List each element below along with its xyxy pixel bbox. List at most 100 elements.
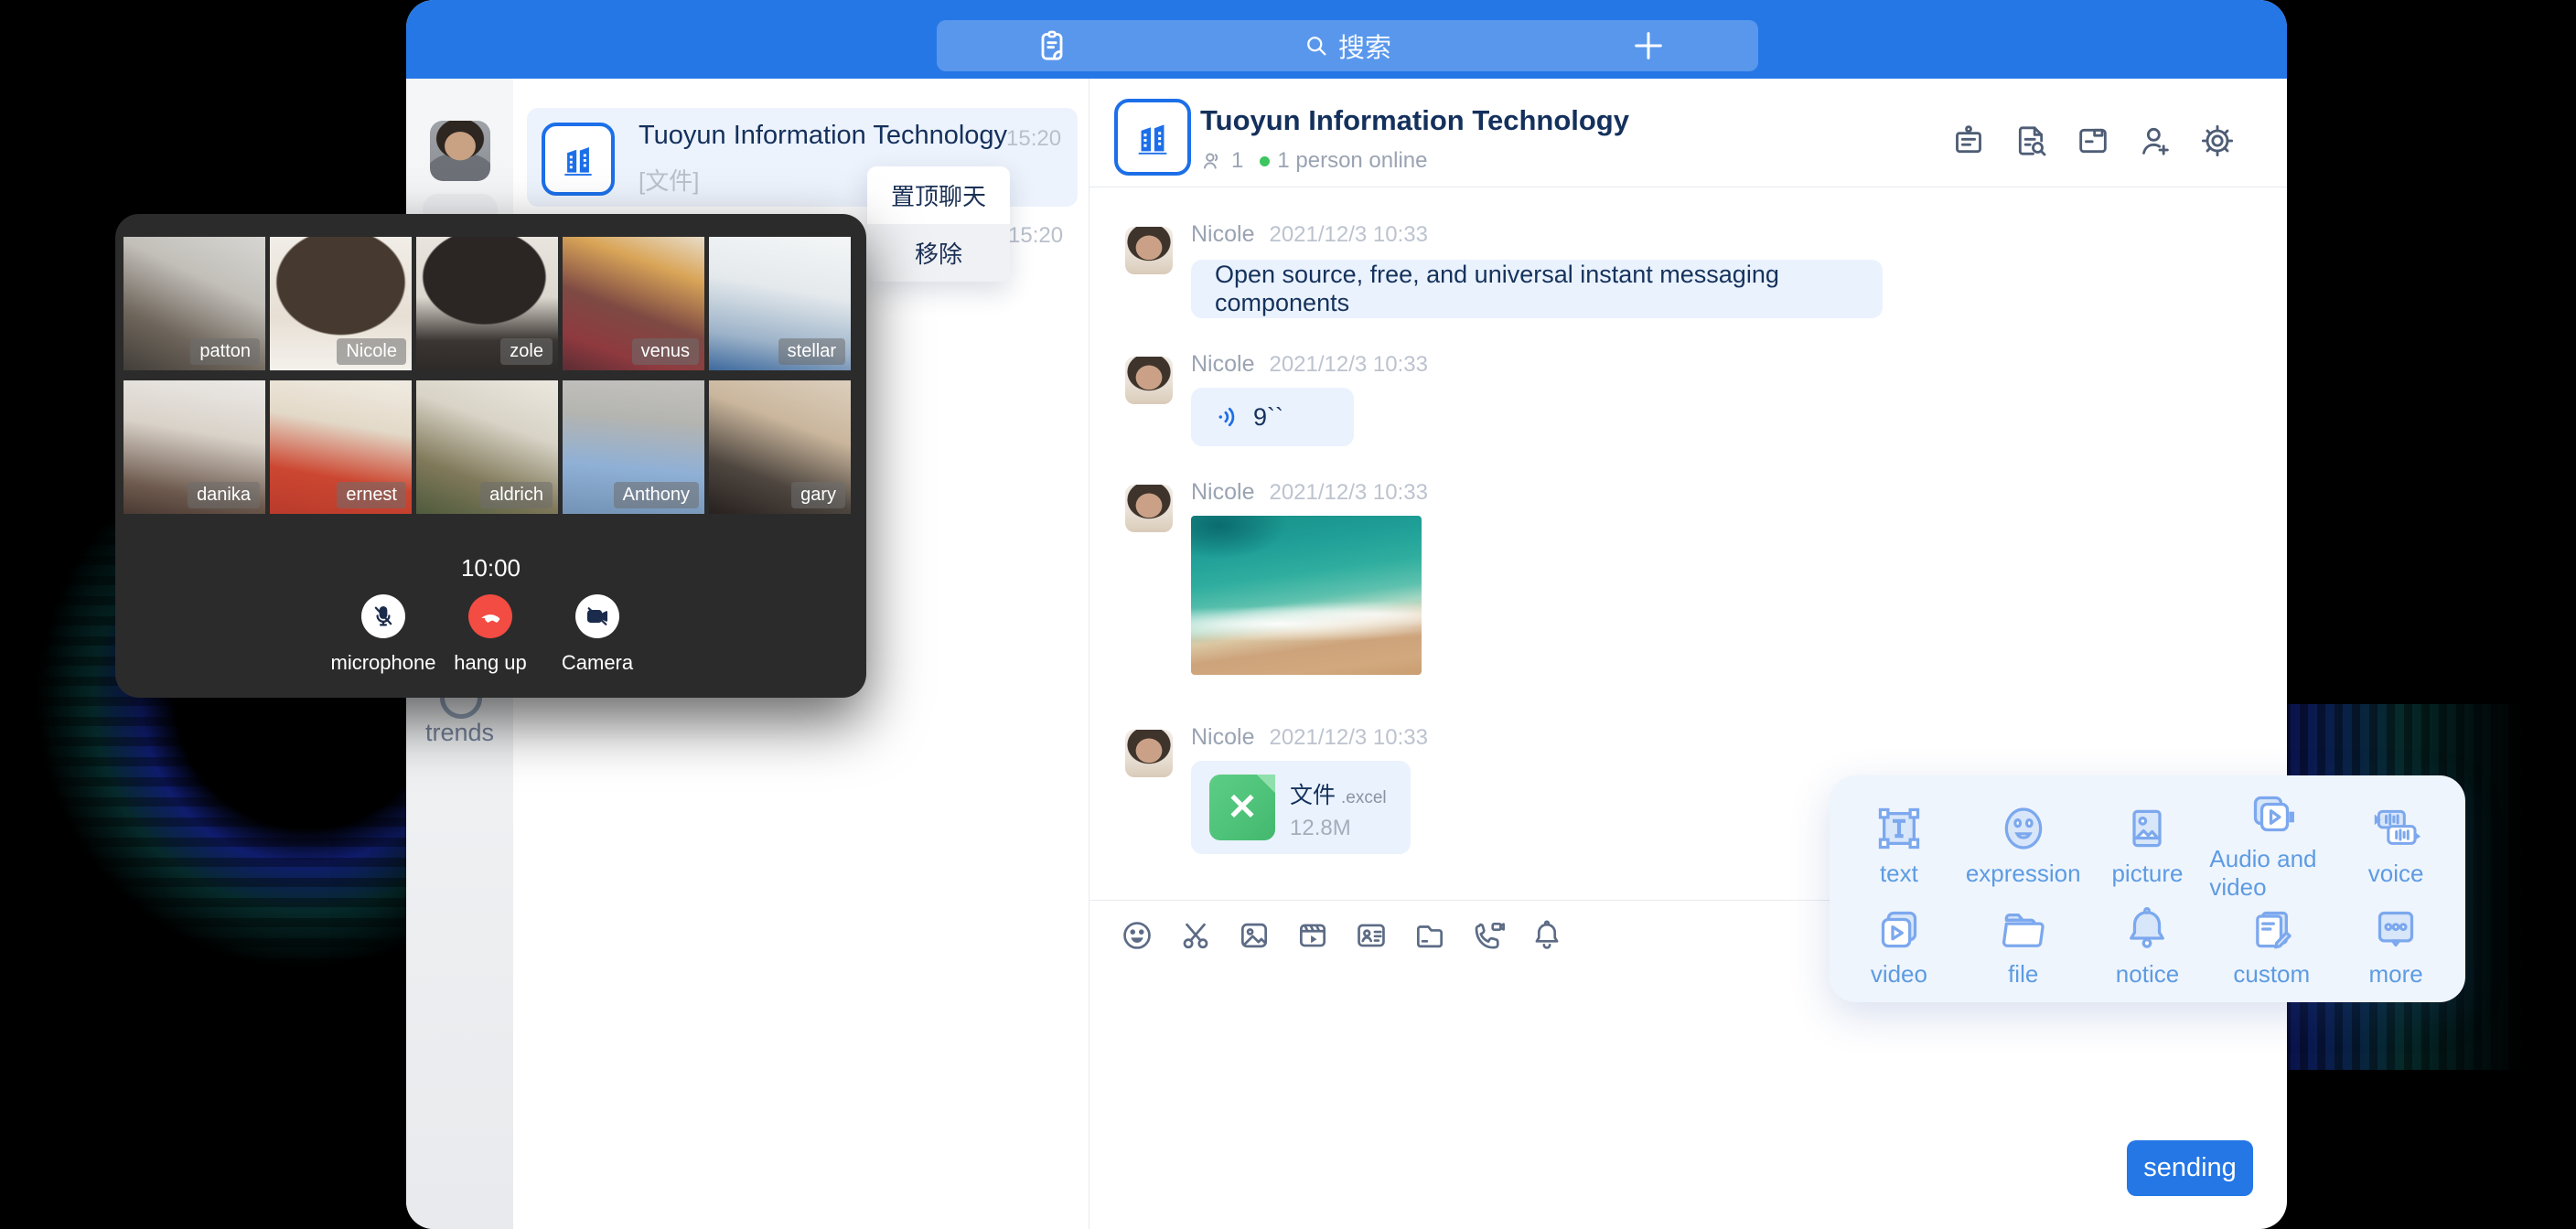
participant-name: stellar bbox=[778, 338, 845, 365]
camera-off-button[interactable] bbox=[575, 594, 619, 638]
chat-header-avatar bbox=[1114, 99, 1191, 176]
sender-avatar[interactable] bbox=[1125, 227, 1173, 274]
message-meta: Nicole2021/12/3 10:33 bbox=[1191, 479, 1428, 506]
online-dot bbox=[1260, 156, 1270, 166]
image-message-beach-photo[interactable] bbox=[1191, 516, 1422, 675]
send-file-icon[interactable] bbox=[1412, 918, 1447, 953]
text-icon bbox=[1873, 803, 1925, 854]
video-call-icon[interactable] bbox=[1471, 918, 1506, 953]
message-meta: Nicole 2021/12/3 10:33 bbox=[1191, 724, 1428, 751]
sender-avatar[interactable] bbox=[1125, 485, 1173, 532]
chat-title: Tuoyun Information Technology bbox=[1200, 104, 1629, 137]
notification-bell-icon[interactable] bbox=[1530, 918, 1564, 953]
text-message-bubble[interactable]: Open source, free, and universal instant… bbox=[1191, 260, 1883, 318]
excel-file-icon: ✕ bbox=[1209, 775, 1275, 840]
popup-item-file[interactable]: file bbox=[1961, 902, 2086, 989]
hang-up-icon bbox=[478, 604, 503, 629]
composer-toolbar bbox=[1120, 918, 1564, 953]
participant-name: patton bbox=[190, 338, 260, 365]
participant-video: ernest bbox=[270, 380, 412, 514]
sender-name: Nicole bbox=[1191, 724, 1254, 750]
settings-gear-icon[interactable] bbox=[2199, 123, 2236, 159]
sender-name: Nicole bbox=[1191, 221, 1254, 247]
file-size: 12.8M bbox=[1290, 816, 1351, 841]
files-icon[interactable] bbox=[2075, 123, 2111, 159]
popup-item-picture[interactable]: picture bbox=[2086, 788, 2210, 902]
add-icon[interactable] bbox=[1630, 27, 1667, 64]
participant-name: gary bbox=[791, 482, 845, 508]
mic-off-icon bbox=[370, 604, 396, 629]
sender-name: Nicole bbox=[1191, 351, 1254, 377]
send-button[interactable]: sending bbox=[2127, 1140, 2253, 1196]
menu-item-remove[interactable]: 移除 bbox=[867, 224, 1010, 282]
message-time: 2021/12/3 10:33 bbox=[1269, 725, 1428, 750]
participant-video: danika bbox=[123, 380, 265, 514]
message-time: 2021/12/3 10:33 bbox=[1269, 222, 1428, 247]
file-icon bbox=[1998, 903, 2049, 955]
voice-icon bbox=[2370, 803, 2421, 854]
participant-video: Nicole bbox=[270, 237, 412, 370]
voice-message-bubble[interactable]: 9`` bbox=[1191, 388, 1354, 446]
send-image-icon[interactable] bbox=[1237, 918, 1272, 953]
popup-label: expression bbox=[1966, 860, 2081, 888]
message-time: 2021/12/3 10:33 bbox=[1269, 480, 1428, 505]
popup-item-text[interactable]: text bbox=[1837, 788, 1961, 902]
popup-item-more[interactable]: more bbox=[2334, 902, 2458, 989]
hang-up-button[interactable] bbox=[468, 594, 512, 638]
popup-label: custom bbox=[2233, 960, 2310, 989]
popup-item-video[interactable]: video bbox=[1837, 902, 1961, 989]
top-search-bar[interactable]: 搜索 bbox=[937, 20, 1758, 71]
popup-item-voice[interactable]: voice bbox=[2334, 788, 2458, 902]
popup-label: voice bbox=[2368, 860, 2424, 888]
screenshot-scissors-icon[interactable] bbox=[1178, 918, 1213, 953]
participant-grid: patton Nicole zole venus stellar danika … bbox=[123, 237, 851, 514]
chat-subtitle: 1 1 person online bbox=[1200, 148, 1427, 174]
microphone-mute-button[interactable] bbox=[361, 594, 405, 638]
participant-name: Nicole bbox=[337, 338, 406, 365]
excel-x-glyph: ✕ bbox=[1227, 789, 1258, 826]
sidebar-item-trends[interactable]: trends bbox=[406, 719, 513, 747]
sender-avatar[interactable] bbox=[1125, 730, 1173, 777]
sender-avatar[interactable] bbox=[1125, 357, 1173, 404]
custom-icon bbox=[2246, 903, 2297, 955]
send-video-icon[interactable] bbox=[1295, 918, 1330, 953]
popup-label: picture bbox=[2111, 860, 2183, 888]
expression-icon bbox=[1998, 803, 2049, 854]
more-icon bbox=[2370, 903, 2421, 955]
add-member-icon[interactable] bbox=[2137, 123, 2174, 159]
member-count: 1 bbox=[1231, 148, 1243, 174]
participant-name: aldrich bbox=[480, 482, 553, 508]
emoji-icon[interactable] bbox=[1120, 918, 1154, 953]
popup-item-notice[interactable]: notice bbox=[2086, 902, 2210, 989]
popup-label: notice bbox=[2116, 960, 2179, 989]
message-type-popup: text expression picture Audio and video bbox=[1830, 775, 2465, 1002]
popup-item-audio-video[interactable]: Audio and video bbox=[2209, 788, 2334, 902]
participant-name: Anthony bbox=[614, 482, 699, 508]
menu-item-pin-chat[interactable]: 置顶聊天 bbox=[867, 166, 1010, 224]
contact-card-icon[interactable] bbox=[1354, 918, 1389, 953]
participant-video: venus bbox=[563, 237, 704, 370]
participant-video: gary bbox=[709, 380, 851, 514]
message-meta: Nicole 2021/12/3 10:33 bbox=[1191, 221, 1428, 248]
chat-record-search-icon[interactable] bbox=[2012, 123, 2049, 159]
participant-video: zole bbox=[416, 237, 558, 370]
message-time: 2021/12/3 10:33 bbox=[1269, 352, 1428, 377]
popup-item-expression[interactable]: expression bbox=[1961, 788, 2086, 902]
chat-header-actions bbox=[1950, 123, 2236, 159]
conversation-time-2: 15:20 bbox=[1008, 223, 1063, 249]
conversation-preview: [文件] bbox=[639, 163, 699, 197]
file-message-bubble[interactable]: ✕ 文件.excel 12.8M bbox=[1191, 761, 1411, 854]
camera-label: Camera bbox=[506, 651, 689, 675]
message-meta: Nicole 2021/12/3 10:33 bbox=[1191, 351, 1428, 378]
search-icon bbox=[1304, 33, 1329, 59]
search-placeholder: 搜索 bbox=[1338, 27, 1391, 65]
popup-label: file bbox=[2008, 960, 2038, 989]
participant-video: stellar bbox=[709, 237, 851, 370]
notice-board-icon[interactable] bbox=[1950, 123, 1987, 159]
participant-video: patton bbox=[123, 237, 265, 370]
participant-name: danika bbox=[188, 482, 260, 508]
popup-item-custom[interactable]: custom bbox=[2209, 902, 2334, 989]
online-count: 1 person online bbox=[1277, 148, 1427, 174]
members-icon bbox=[1200, 149, 1224, 173]
current-user-avatar[interactable] bbox=[430, 121, 490, 181]
